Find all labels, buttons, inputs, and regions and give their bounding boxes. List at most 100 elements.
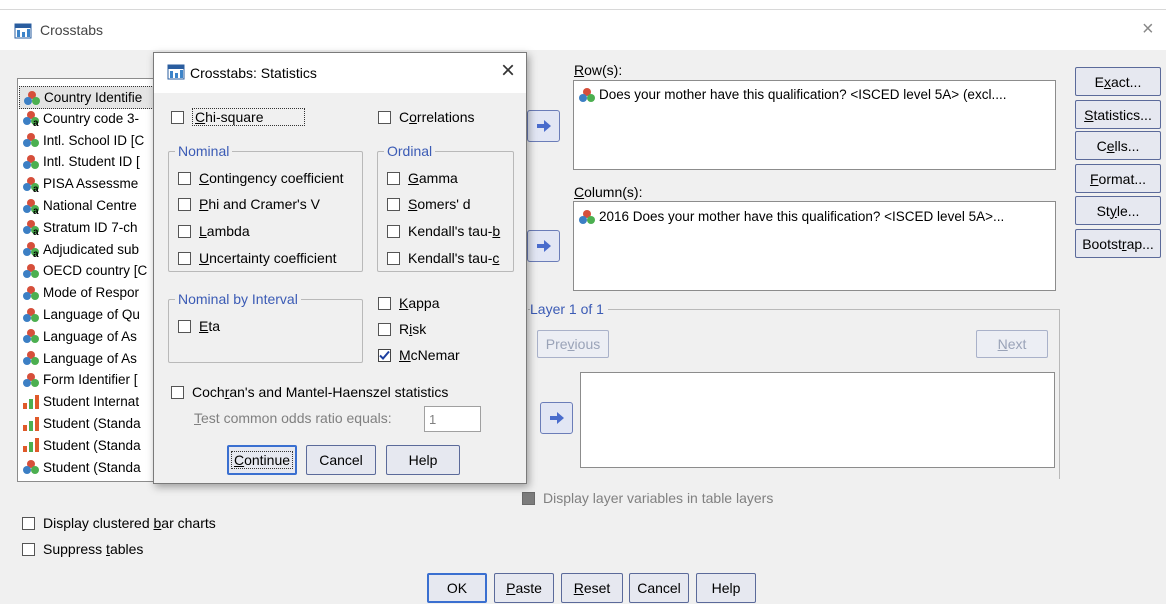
phi-cramer-checkbox[interactable] bbox=[178, 197, 191, 211]
previous-button[interactable]: Pre v ious bbox=[537, 330, 609, 358]
kappa-checkbox[interactable] bbox=[378, 296, 391, 310]
clustered-bar-checkbox[interactable] bbox=[22, 516, 35, 530]
dialog-cancel-button[interactable]: Cancel bbox=[306, 445, 376, 475]
eta-option[interactable]: Eta bbox=[178, 318, 220, 334]
chi-square-label: Chi-square bbox=[192, 108, 305, 126]
somers-d-option[interactable]: Somers' d bbox=[387, 196, 471, 212]
kendall-tau-c-checkbox[interactable] bbox=[387, 251, 400, 265]
mcnemar-checkbox[interactable] bbox=[378, 348, 391, 362]
cells-button[interactable]: Cells... bbox=[1075, 131, 1161, 160]
eta-label: Eta bbox=[199, 318, 221, 334]
variable-list-item[interactable]: Intl. School ID [C bbox=[22, 130, 144, 151]
variable-list-item[interactable]: Language of As bbox=[22, 348, 137, 369]
move-to-rows-arrow-button[interactable] bbox=[527, 110, 560, 142]
gamma-option[interactable]: Gamma bbox=[387, 170, 458, 186]
variable-list-item[interactable]: OECD country [C bbox=[22, 260, 147, 281]
kappa-option[interactable]: Kappa bbox=[378, 295, 440, 311]
layer-label: Layer 1 of 1 bbox=[530, 301, 608, 317]
source-variable-list[interactable]: Country Identifie a Country code 3- Intl. S… bbox=[17, 78, 160, 482]
uncertainty-checkbox[interactable] bbox=[178, 251, 191, 265]
display-layer-checkbox[interactable] bbox=[522, 491, 535, 505]
nominal-icon bbox=[23, 154, 39, 169]
layer-list[interactable] bbox=[580, 372, 1055, 468]
contingency-checkbox[interactable] bbox=[178, 171, 191, 185]
rows-list[interactable]: Does your mother have this qualification… bbox=[573, 80, 1056, 170]
kendall-tau-b-checkbox[interactable] bbox=[387, 224, 400, 238]
paste-button[interactable]: Paste bbox=[494, 573, 554, 603]
nominal-icon bbox=[579, 209, 595, 224]
reset-button[interactable]: Reset bbox=[561, 573, 623, 603]
exact-button[interactable]: Exact... bbox=[1075, 67, 1161, 96]
somers-d-checkbox[interactable] bbox=[387, 197, 400, 211]
dialog-close-icon[interactable]: × bbox=[501, 57, 515, 85]
lambda-checkbox[interactable] bbox=[178, 224, 191, 238]
suppress-tables-checkbox[interactable] bbox=[22, 542, 35, 556]
list-item[interactable]: Does your mother have this qualification… bbox=[578, 84, 1006, 105]
contingency-option[interactable]: Contingency coefficient bbox=[178, 170, 344, 186]
svg-text:a: a bbox=[33, 184, 39, 192]
variable-list-item[interactable]: a Stratum ID 7-ch bbox=[22, 217, 138, 238]
display-layer-option[interactable]: Display layer variables in table layers bbox=[522, 490, 773, 506]
bootstrap-button[interactable]: Bootstrap... bbox=[1075, 229, 1161, 258]
odds-ratio-input[interactable]: 1 bbox=[424, 406, 481, 432]
variable-list-item[interactable]: Student (Standa bbox=[22, 413, 141, 434]
main-close-icon[interactable]: × bbox=[1142, 18, 1154, 41]
variable-list-item[interactable]: Language of Qu bbox=[22, 304, 140, 325]
nominal-icon bbox=[23, 351, 39, 366]
suppress-tables-option[interactable]: Suppress tables bbox=[22, 541, 143, 557]
eta-checkbox[interactable] bbox=[178, 319, 191, 333]
cochran-checkbox[interactable] bbox=[171, 385, 184, 399]
phi-cramer-option[interactable]: Phi and Cramer's V bbox=[178, 196, 320, 212]
variable-label: Stratum ID 7-ch bbox=[43, 219, 138, 235]
dialog-help-button[interactable]: Help bbox=[386, 445, 460, 475]
nominal-icon bbox=[23, 133, 39, 148]
continue-button[interactable]: Continue bbox=[227, 445, 297, 475]
chi-square-option[interactable]: Chi-square bbox=[171, 108, 305, 126]
mcnemar-option[interactable]: McNemar bbox=[378, 347, 460, 363]
variable-list-item[interactable]: a Adjudicated sub bbox=[22, 239, 139, 260]
statistics-button[interactable]: Statistics... bbox=[1075, 100, 1161, 129]
help-button[interactable]: Help bbox=[696, 573, 756, 603]
uncertainty-option[interactable]: Uncertainty coefficient bbox=[178, 250, 337, 266]
lambda-option[interactable]: Lambda bbox=[178, 223, 250, 239]
columns-label: Column(s): bbox=[574, 184, 643, 200]
string-nominal-icon: a bbox=[23, 198, 39, 214]
clustered-bar-option[interactable]: Display clustered bar charts bbox=[22, 515, 216, 531]
variable-list-item[interactable]: Language of As bbox=[22, 326, 137, 347]
chi-square-checkbox[interactable] bbox=[171, 110, 184, 124]
variable-list-item[interactable]: Student (Standa bbox=[22, 457, 141, 478]
svg-text:a: a bbox=[33, 227, 39, 235]
ok-button[interactable]: OK bbox=[427, 573, 487, 603]
cancel-button[interactable]: Cancel bbox=[629, 573, 689, 603]
variable-list-item[interactable]: a PISA Assessme bbox=[22, 173, 138, 194]
next-button[interactable]: Next bbox=[976, 330, 1048, 358]
variable-label: Language of As bbox=[43, 350, 137, 366]
svg-text:a: a bbox=[33, 249, 39, 257]
kappa-label: Kappa bbox=[399, 295, 440, 311]
variable-list-item[interactable]: Intl. Student ID [ bbox=[22, 151, 140, 172]
format-button[interactable]: Format... bbox=[1075, 164, 1161, 193]
correlations-checkbox[interactable] bbox=[378, 110, 391, 124]
variable-list-item[interactable]: a Country code 3- bbox=[22, 108, 139, 129]
kendall-tau-b-option[interactable]: Kendall's tau-b bbox=[387, 223, 500, 239]
kendall-tau-c-option[interactable]: Kendall's tau-c bbox=[387, 250, 499, 266]
svg-text:a: a bbox=[33, 118, 39, 126]
variable-list-item[interactable]: Mode of Respor bbox=[22, 282, 139, 303]
risk-option[interactable]: Risk bbox=[378, 321, 426, 337]
somers-d-label: Somers' d bbox=[408, 196, 471, 212]
list-item[interactable]: 2016 Does your mother have this qualific… bbox=[578, 206, 1004, 227]
variable-list-item[interactable]: Country Identifie bbox=[19, 86, 159, 109]
dialog-title: Crosstabs: Statistics bbox=[190, 65, 317, 81]
style-button[interactable]: Style... bbox=[1075, 196, 1161, 225]
risk-checkbox[interactable] bbox=[378, 322, 391, 336]
move-to-columns-arrow-button[interactable] bbox=[527, 230, 560, 262]
variable-label: Intl. School ID [C bbox=[43, 132, 145, 148]
variable-list-item[interactable]: Form Identifier [ bbox=[22, 369, 138, 390]
correlations-option[interactable]: Correlations bbox=[378, 109, 475, 125]
gamma-checkbox[interactable] bbox=[387, 171, 400, 185]
variable-list-item[interactable]: Student Internat bbox=[22, 391, 139, 412]
variable-list-item[interactable]: Student (Standa bbox=[22, 435, 141, 456]
columns-list[interactable]: 2016 Does your mother have this qualific… bbox=[573, 201, 1056, 291]
variable-list-item[interactable]: a National Centre bbox=[22, 195, 137, 216]
cochran-option[interactable]: Cochran's and Mantel-Haenszel statistics bbox=[171, 384, 448, 400]
